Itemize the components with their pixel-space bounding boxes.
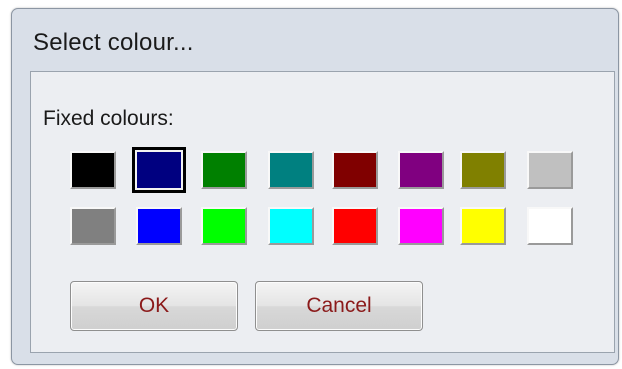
colour-swatch[interactable] [70,207,116,245]
cancel-button[interactable]: Cancel [255,281,423,331]
colour-swatch[interactable] [132,147,186,193]
colour-swatch[interactable] [460,151,506,189]
colour-swatch[interactable] [527,151,573,189]
colour-swatch[interactable] [527,207,573,245]
colour-swatch[interactable] [268,207,314,245]
select-colour-dialog: Select colour... Fixed colours: OK Cance… [11,8,619,365]
dialog-title: Select colour... [33,29,194,56]
fixed-colours-label: Fixed colours: [43,107,174,130]
colour-swatch[interactable] [201,151,247,189]
dialog-content-panel: Fixed colours: OK Cancel [30,71,615,353]
colour-swatch[interactable] [398,151,444,189]
colour-swatch[interactable] [332,207,378,245]
colour-swatch[interactable] [201,207,247,245]
colour-swatch[interactable] [136,207,182,245]
colour-swatch[interactable] [268,151,314,189]
colour-swatch[interactable] [70,151,116,189]
colour-swatch[interactable] [460,207,506,245]
colour-swatch[interactable] [398,207,444,245]
ok-button[interactable]: OK [70,281,238,331]
colour-swatch[interactable] [332,151,378,189]
